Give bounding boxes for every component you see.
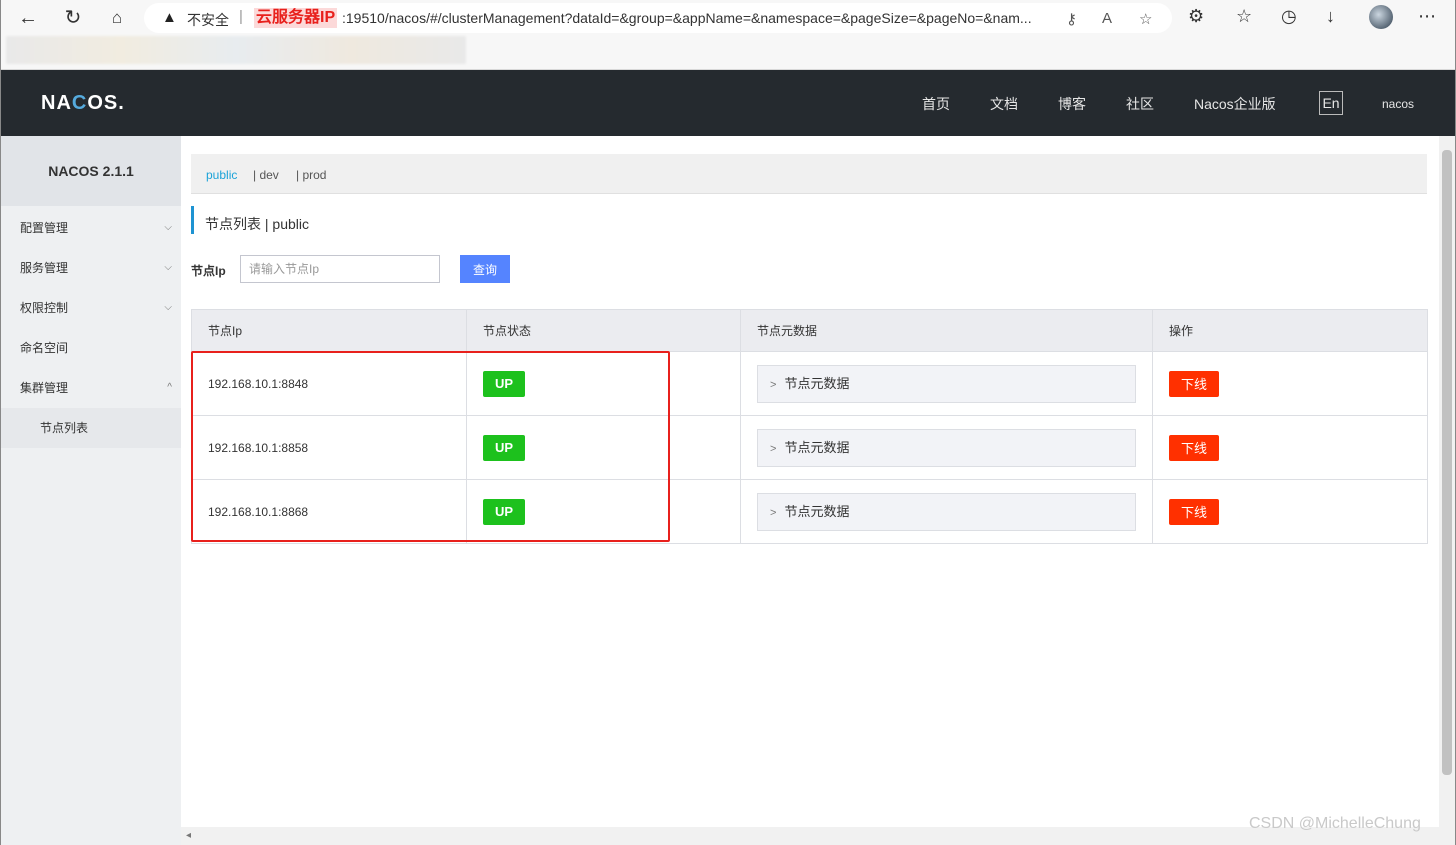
node-action-cell: 下线	[1152, 351, 1428, 416]
node-table: 节点Ip 节点状态 节点元数据 操作 192.168.10.1:8848 UP …	[191, 309, 1428, 544]
sidebar: NACOS 2.1.1 配置管理 ⌵ 服务管理 ⌵ 权限控制 ⌵ 命名空间 集群…	[1, 136, 181, 845]
user-name[interactable]: nacos	[1382, 97, 1414, 111]
node-action-cell: 下线	[1152, 415, 1428, 480]
back-arrow-icon[interactable]: ←	[16, 6, 40, 30]
logo-text-part: OS.	[87, 92, 125, 114]
node-status-cell: UP	[466, 351, 741, 416]
status-badge: UP	[483, 434, 525, 461]
namespace-bar: public | dev | prod	[191, 154, 1427, 194]
nav-home[interactable]: 首页	[922, 94, 950, 114]
history-icon[interactable]: ◷	[1281, 6, 1297, 27]
namespace-public[interactable]: public	[206, 168, 237, 182]
node-status-cell: UP	[466, 479, 741, 544]
sidebar-item-label: 集群管理	[20, 381, 69, 395]
column-header-status: 节点状态	[466, 309, 741, 352]
scrollbar-thumb[interactable]	[1442, 150, 1452, 775]
node-status-cell: UP	[466, 415, 741, 480]
nav-docs[interactable]: 文档	[990, 94, 1018, 114]
server-ip-label: 云服务器IP	[254, 8, 338, 28]
chevron-down-icon: ⌵	[164, 222, 172, 233]
extensions-icon[interactable]: ⚙	[1188, 6, 1204, 27]
browser-toolbar: ← ↻ ⌂ ▲ 不安全 | 云服务器IP :19510/nacos/#/clus…	[0, 0, 1456, 70]
query-button[interactable]: 查询	[460, 255, 510, 283]
status-badge: UP	[483, 498, 525, 525]
table-row: 192.168.10.1:8848 UP > 节点元数据 下线	[191, 351, 1428, 416]
table-row: 192.168.10.1:8868 UP > 节点元数据 下线	[191, 479, 1428, 544]
language-toggle-button[interactable]: En	[1319, 91, 1343, 115]
sidebar-item-service-management[interactable]: 服务管理 ⌵	[1, 248, 181, 288]
node-ip-input[interactable]	[240, 255, 440, 283]
sidebar-item-label: 配置管理	[20, 221, 69, 235]
chevron-up-icon: ^	[167, 382, 172, 393]
chevron-right-icon: >	[770, 378, 777, 391]
metadata-label: 节点元数据	[784, 375, 850, 391]
namespace-prod[interactable]: | prod	[296, 168, 326, 182]
chevron-down-icon: ⌵	[164, 262, 172, 273]
metadata-collapse[interactable]: > 节点元数据	[757, 492, 1136, 531]
nav-community[interactable]: 社区	[1126, 94, 1154, 114]
offline-button[interactable]: 下线	[1169, 370, 1219, 397]
offline-button[interactable]: 下线	[1169, 434, 1219, 461]
sidebar-item-label: 权限控制	[20, 301, 69, 315]
namespace-dev[interactable]: | dev	[253, 168, 279, 182]
chevron-right-icon: >	[770, 442, 777, 455]
node-ip-label: 节点Ip	[191, 264, 226, 278]
nacos-logo[interactable]: NACOS.	[41, 92, 125, 115]
avatar[interactable]	[1369, 5, 1393, 29]
sidebar-item-node-list[interactable]: 节点列表	[1, 408, 181, 448]
download-icon[interactable]: ↓	[1326, 6, 1335, 27]
warning-icon: ▲	[162, 9, 177, 26]
read-aloud-icon[interactable]: A	[1102, 10, 1112, 27]
sidebar-title: NACOS 2.1.1	[1, 136, 181, 206]
column-header-ip: 节点Ip	[191, 309, 467, 352]
node-ip-cell: 192.168.10.1:8868	[191, 479, 467, 544]
node-metadata-cell: > 节点元数据	[740, 415, 1153, 480]
node-metadata-cell: > 节点元数据	[740, 351, 1153, 416]
sidebar-item-label: 命名空间	[20, 341, 69, 355]
home-icon[interactable]: ⌂	[105, 6, 129, 30]
column-header-action: 操作	[1152, 309, 1428, 352]
sidebar-item-label: 服务管理	[20, 261, 69, 275]
node-metadata-cell: > 节点元数据	[740, 479, 1153, 544]
sidebar-item-namespace[interactable]: 命名空间	[1, 328, 181, 368]
node-action-cell: 下线	[1152, 479, 1428, 544]
url-text[interactable]: :19510/nacos/#/clusterManagement?dataId=…	[342, 10, 1032, 26]
chevron-down-icon: ⌵	[164, 302, 172, 313]
page-title: 节点列表 | public	[191, 206, 309, 234]
metadata-label: 节点元数据	[784, 439, 850, 455]
logo-text-accent: C	[71, 92, 88, 114]
key-icon[interactable]: ⚷	[1066, 10, 1077, 28]
watermark: CSDN @MichelleChung	[1249, 815, 1421, 832]
address-separator: |	[239, 8, 243, 25]
favorites-icon[interactable]: ☆	[1236, 6, 1252, 27]
refresh-icon[interactable]: ↻	[61, 6, 85, 30]
chevron-right-icon: >	[770, 506, 777, 519]
column-header-metadata: 节点元数据	[740, 309, 1153, 352]
metadata-collapse[interactable]: > 节点元数据	[757, 428, 1136, 467]
insecure-label: 不安全	[187, 12, 229, 28]
nav-blog[interactable]: 博客	[1058, 94, 1086, 114]
more-menu-icon[interactable]: ⋯	[1418, 6, 1436, 27]
add-favorite-icon[interactable]: ☆	[1139, 10, 1152, 28]
metadata-label: 节点元数据	[784, 503, 850, 519]
node-ip-cell: 192.168.10.1:8848	[191, 351, 467, 416]
bookmarks-bar	[6, 36, 466, 64]
table-row: 192.168.10.1:8858 UP > 节点元数据 下线	[191, 415, 1428, 480]
vertical-scrollbar[interactable]	[1439, 136, 1456, 845]
offline-button[interactable]: 下线	[1169, 498, 1219, 525]
sidebar-item-config-management[interactable]: 配置管理 ⌵	[1, 208, 181, 248]
logo-text-part: NA	[41, 92, 72, 114]
nav-enterprise[interactable]: Nacos企业版	[1194, 94, 1276, 114]
sidebar-item-label: 节点列表	[40, 421, 89, 435]
scroll-left-icon[interactable]: ◂	[186, 830, 191, 841]
table-header-row: 节点Ip 节点状态 节点元数据 操作	[191, 309, 1428, 352]
node-ip-cell: 192.168.10.1:8858	[191, 415, 467, 480]
status-badge: UP	[483, 370, 525, 397]
sidebar-item-cluster-management[interactable]: 集群管理 ^	[1, 368, 181, 408]
window-border-left	[0, 0, 1, 845]
address-bar[interactable]: ▲ 不安全 | 云服务器IP :19510/nacos/#/clusterMan…	[144, 3, 1172, 33]
app-header: NACOS. 首页 文档 博客 社区 Nacos企业版 En nacos	[1, 70, 1455, 136]
metadata-collapse[interactable]: > 节点元数据	[757, 364, 1136, 403]
sidebar-item-access-control[interactable]: 权限控制 ⌵	[1, 288, 181, 328]
